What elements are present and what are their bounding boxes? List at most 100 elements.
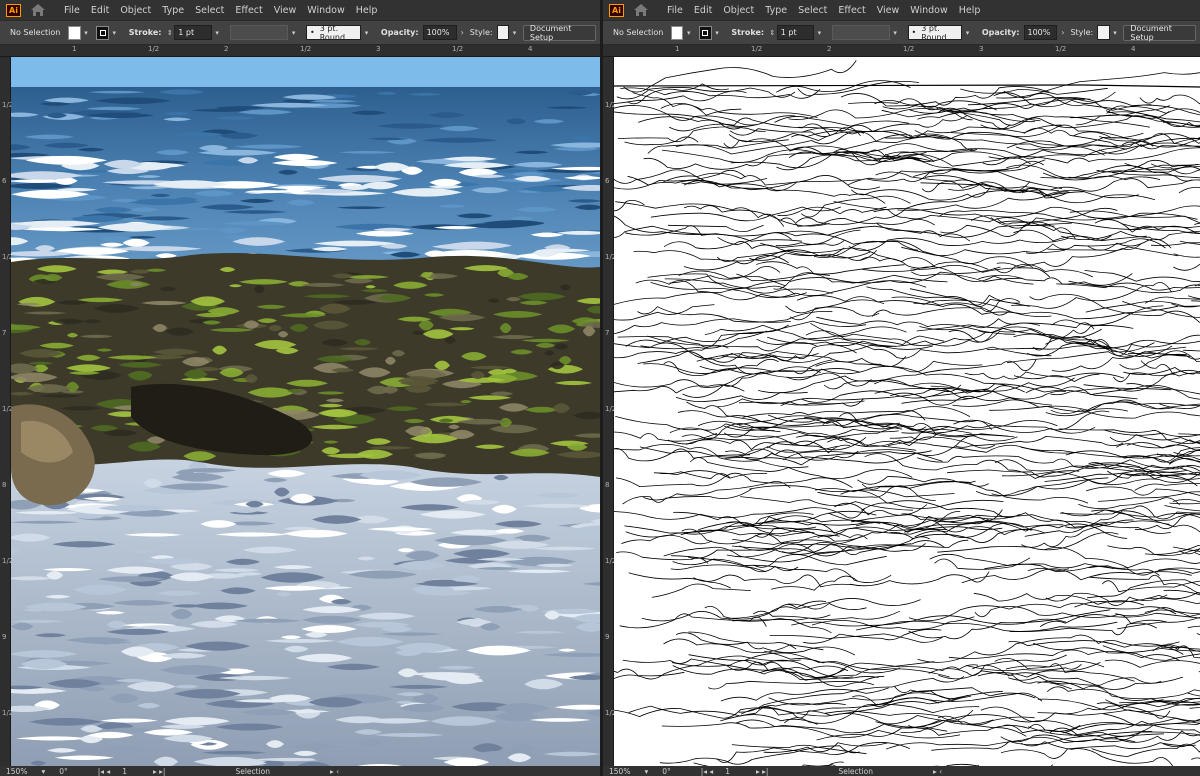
chevron-right-icon[interactable]: › [1061, 28, 1064, 37]
brush-definition[interactable]: • 3 pt. Round [306, 24, 362, 42]
opacity-label: Opacity: [981, 28, 1020, 37]
variable-width-profile[interactable] [831, 25, 890, 40]
menu-object[interactable]: Object [723, 5, 754, 16]
artboard-nav-icon[interactable]: |◂ ◂ [98, 767, 110, 776]
stroke-label: Stroke: [731, 28, 765, 37]
ruler-tick-label: 1/2 [903, 45, 915, 53]
opacity-label: Opacity: [380, 28, 419, 37]
artboard-number[interactable]: 1 [122, 767, 127, 776]
menu-type[interactable]: Type [765, 5, 787, 16]
ruler-tick-label: 9 [605, 633, 610, 641]
opacity-field[interactable]: 100% [1023, 25, 1058, 40]
zoom-level[interactable]: 150% [609, 767, 630, 776]
status-bar: 150% ▾ 0° |◂ ◂ 1 ▸ ▸| Selection ▸ ‹ [0, 766, 600, 776]
home-icon[interactable] [633, 3, 649, 17]
document-setup-button[interactable]: Document Setup [522, 24, 597, 42]
rotation-value[interactable]: 0° [662, 767, 671, 776]
ruler-tick-label: 1/2 [1055, 45, 1067, 53]
control-bar: No Selection ▾ ▾ Stroke: ⇕ 1 pt ▾ ▾ • 3 p… [603, 20, 1200, 45]
artboard-number[interactable]: 1 [725, 767, 730, 776]
ruler-tick-label: 1 [72, 45, 77, 53]
stroke-swatch[interactable] [699, 25, 712, 40]
stroke-stepper-icon[interactable]: ⇕ [768, 29, 777, 37]
ruler-tick-label: 1 [675, 45, 680, 53]
menu-select[interactable]: Select [798, 5, 827, 16]
rotation-value[interactable]: 0° [59, 767, 68, 776]
seascape-artwork [11, 57, 600, 766]
stroke-weight-field[interactable]: 1 pt [174, 25, 212, 40]
chevron-right-icon[interactable]: › [461, 28, 464, 37]
menu-edit[interactable]: Edit [91, 5, 109, 16]
fill-swatch[interactable] [68, 25, 81, 40]
chevron-down-icon[interactable]: ▾ [110, 26, 119, 40]
stroke-swatch[interactable] [96, 25, 109, 40]
status-bar: 150% ▾ 0° |◂ ◂ 1 ▸ ▸| Selection ▸ ‹ [603, 766, 1200, 776]
artboard-nav-icon[interactable]: |◂ ◂ [701, 767, 713, 776]
left-document-window: Ai File Edit Object Type Select Effect View Win… [0, 0, 600, 776]
zoom-level[interactable]: 150% [6, 767, 27, 776]
style-label: Style: [1070, 28, 1094, 37]
ruler-tick-label: 1/2 [452, 45, 464, 53]
chevron-down-icon[interactable]: ▾ [213, 26, 222, 40]
vertical-ruler[interactable]: 1/2 6 1/2 7 1/2 8 1/2 9 1/2 [603, 57, 616, 766]
stroke-weight-field[interactable]: 1 pt [776, 25, 814, 40]
chevron-down-icon[interactable]: ▾ [82, 26, 91, 40]
menu-view[interactable]: View [877, 5, 900, 16]
menu-window[interactable]: Window [910, 5, 947, 16]
menu-help[interactable]: Help [356, 5, 378, 16]
control-bar: No Selection ▾ ▾ Stroke: ⇕ 1 pt ▾ ▾ • 3 p… [0, 20, 600, 45]
chevron-down-icon[interactable]: ▾ [510, 26, 519, 40]
graphic-style-swatch[interactable] [1097, 25, 1110, 40]
menu-window[interactable]: Window [307, 5, 344, 16]
horizontal-ruler[interactable]: 1 1/2 2 1/2 3 1/2 4 [0, 45, 600, 57]
variable-width-profile[interactable] [229, 25, 289, 40]
menu-file[interactable]: File [667, 5, 683, 16]
menu-type[interactable]: Type [162, 5, 184, 16]
chevron-down-icon[interactable]: ▾ [713, 26, 722, 40]
ruler-tick-label: 1/2 [148, 45, 160, 53]
chevron-down-icon[interactable]: ▾ [891, 26, 900, 40]
ruler-tick-label: 3 [376, 45, 381, 53]
opacity-field[interactable]: 100% [422, 25, 457, 40]
menu-bar: Ai File Edit Object Type Select Effect View Win… [603, 0, 1200, 20]
ruler-tick-label: 8 [605, 481, 610, 489]
menu-effect[interactable]: Effect [235, 5, 262, 16]
ruler-tick-label: 6 [605, 177, 610, 185]
selection-status: No Selection [613, 28, 664, 37]
chevron-down-icon[interactable]: ▾ [815, 26, 824, 40]
artboard-preview[interactable] [11, 57, 600, 766]
chevron-down-icon[interactable]: ▾ [41, 767, 45, 776]
document-setup-button[interactable]: Document Setup [1123, 24, 1196, 42]
artboard-nav-next-icon[interactable]: ▸ ▸| [756, 767, 768, 776]
menu-object[interactable]: Object [120, 5, 151, 16]
chevron-down-icon[interactable]: ▾ [644, 767, 648, 776]
selection-status: No Selection [10, 28, 61, 37]
ruler-tick-label: 4 [1131, 45, 1136, 53]
current-tool-status: Selection [838, 766, 874, 776]
ruler-tick-label: 8 [2, 481, 7, 489]
home-icon[interactable] [30, 3, 46, 17]
menu-help[interactable]: Help [959, 5, 981, 16]
fill-swatch[interactable] [671, 25, 684, 40]
menu-select[interactable]: Select [195, 5, 224, 16]
chevron-down-icon[interactable]: ▾ [1111, 26, 1120, 40]
artboard-outline[interactable] [614, 57, 1200, 766]
vertical-ruler[interactable]: 1/2 6 1/2 7 1/2 8 1/2 9 1/2 [0, 57, 13, 766]
ruler-tick-label: 7 [2, 329, 7, 337]
menu-file[interactable]: File [64, 5, 80, 16]
menu-effect[interactable]: Effect [838, 5, 865, 16]
graphic-style-swatch[interactable] [496, 25, 510, 40]
artboard-nav-next-icon[interactable]: ▸ ▸| [153, 767, 165, 776]
stroke-stepper-icon[interactable]: ⇕ [165, 29, 174, 37]
menu-edit[interactable]: Edit [694, 5, 712, 16]
horizontal-ruler[interactable]: 1 1/2 2 1/2 3 1/2 4 [603, 45, 1200, 57]
status-menu-icon[interactable]: ▸ ‹ [933, 767, 942, 776]
menu-view[interactable]: View [274, 5, 297, 16]
chevron-down-icon[interactable]: ▾ [684, 26, 693, 40]
chevron-down-icon[interactable]: ▾ [362, 26, 371, 40]
ruler-tick-label: 2 [827, 45, 832, 53]
chevron-down-icon[interactable]: ▾ [963, 26, 972, 40]
status-menu-icon[interactable]: ▸ ‹ [330, 767, 339, 776]
brush-definition[interactable]: • 3 pt. Round [907, 24, 963, 42]
chevron-down-icon[interactable]: ▾ [289, 26, 298, 40]
